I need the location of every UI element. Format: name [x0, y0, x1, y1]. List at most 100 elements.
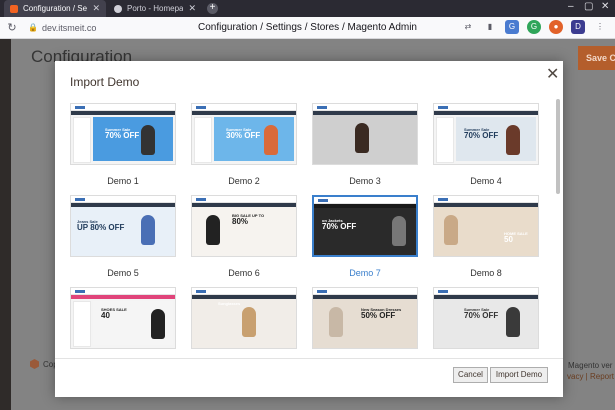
sale-headline: 70% OFF — [464, 131, 499, 140]
thumbnail-header — [434, 288, 538, 295]
thumbnail-sidebar — [436, 117, 454, 163]
banner-sale-text: Summer Sale 30% OFF — [226, 128, 260, 140]
demo-thumbnail[interactable]: Summer Sale 30% OFF — [191, 103, 297, 165]
model-photo — [141, 215, 155, 245]
minimize-icon[interactable]: – — [568, 1, 574, 12]
demo-thumbnail[interactable]: Summer Sale 70% OFF — [70, 103, 176, 165]
demo-card[interactable]: Summer Sale 70% OFF — [433, 287, 539, 350]
demo-label[interactable]: Demo 7 — [312, 268, 418, 278]
banner-sale-text: HOME SALE 50 — [504, 232, 528, 244]
demo-card[interactable]: on Jackets 70% OFF Demo 7 — [312, 195, 418, 278]
thumbnail-banner: Summer Sale 30% OFF — [214, 117, 294, 161]
browser-tab-configuration[interactable]: Configuration / Settings ✕ — [4, 0, 106, 17]
demo-card[interactable]: HOME SALE 50 Demo 8 — [433, 195, 539, 278]
thumbnail-menu — [434, 111, 538, 115]
demo-label[interactable]: Demo 8 — [433, 268, 539, 278]
demo-card[interactable]: SHOES SALE 40 — [70, 287, 176, 350]
demo-card[interactable]: Summer Sale 70% OFF Demo 1 — [70, 103, 176, 186]
new-tab-plus-icon[interactable]: + — [207, 3, 218, 14]
translate-icon[interactable]: G — [505, 20, 519, 34]
close-icon[interactable]: ✕ — [546, 64, 559, 84]
bookmark-icon[interactable]: ▮ — [483, 20, 497, 34]
demo-thumbnail[interactable]: SHOES SALE 40 — [70, 287, 176, 349]
thumbnail-header — [434, 104, 538, 111]
demo-label[interactable]: Demo 5 — [70, 268, 176, 278]
thumbnail-banner: SHOES SALE 40 — [93, 301, 173, 345]
thumbnail-banner: Summer Sale 70% OFF — [456, 117, 536, 161]
demo-label[interactable]: Demo 6 — [191, 268, 297, 278]
banner-sale-text: on Jackets 70% OFF — [322, 219, 356, 231]
banner-sale-text: SHOES SALE 40 — [101, 308, 127, 320]
import-demo-button[interactable]: Import Demo — [490, 367, 548, 383]
tab-close-icon[interactable]: ✕ — [92, 3, 100, 14]
demo-thumbnail[interactable]: New Season Dresses 50% OFF — [312, 287, 418, 349]
demo-label[interactable]: Demo 1 — [70, 176, 176, 186]
tab-close-icon[interactable]: ✕ — [188, 3, 196, 14]
reload-icon[interactable]: ↻ — [4, 21, 20, 34]
save-config-button[interactable]: Save Co — [578, 46, 615, 70]
thumbnail-header — [313, 104, 417, 111]
demo-label[interactable]: Demo 2 — [191, 176, 297, 186]
model-photo — [506, 307, 520, 337]
demo-thumbnail[interactable]: Jeans Sale UP 80% OFF — [70, 195, 176, 257]
import-demo-modal: Import Demo ✕ Summer Sale 70% OFF Demo 1 Su… — [55, 61, 563, 397]
sale-headline: 40 — [101, 311, 110, 320]
model-photo — [329, 307, 343, 337]
demo-card[interactable]: Summer Sale 30% OFF Demo 2 — [191, 103, 297, 186]
thumbnail-menu — [71, 295, 175, 299]
browser-tab-bar: Configuration / Settings ✕ Porto - Homep… — [0, 0, 615, 17]
demo-thumbnail[interactable]: Sunglasses — [191, 287, 297, 349]
model-photo — [355, 123, 369, 153]
demo-card[interactable]: BIG SALE UP TO 80% Demo 6 — [191, 195, 297, 278]
demo-thumbnail[interactable]: Summer Sale 70% OFF — [433, 103, 539, 165]
sale-headline: 70% OFF — [322, 222, 357, 231]
demo-card[interactable]: Jeans Sale UP 80% OFF Demo 5 — [70, 195, 176, 278]
window-close-icon[interactable]: ✕ — [601, 1, 609, 12]
modal-footer: Cancel Import Demo — [55, 358, 563, 397]
addon-d-icon[interactable]: D — [571, 20, 585, 34]
demo-thumbnail[interactable] — [312, 103, 418, 165]
demo-thumbnail[interactable]: HOME SALE 50 — [433, 195, 539, 257]
demo-thumbnail[interactable]: BIG SALE UP TO 80% — [191, 195, 297, 257]
browser-tab-porto[interactable]: Porto - Homepage 4 ✕ — [108, 0, 202, 17]
thumbnail-banner: Sunglasses — [192, 299, 296, 348]
addon-icon[interactable]: ● — [549, 20, 563, 34]
scrollbar-thumb[interactable] — [556, 99, 560, 194]
thumbnail-header — [71, 288, 175, 295]
thumbnail-menu — [192, 111, 296, 115]
thumbnail-header — [313, 288, 417, 295]
url-field[interactable]: 🔒 dev.itsmeit.co — [28, 23, 96, 33]
magento-favicon-icon — [10, 4, 18, 13]
demo-label[interactable]: Demo 4 — [433, 176, 539, 186]
admin-sidebar — [0, 39, 11, 410]
demo-thumbnail[interactable]: Summer Sale 70% OFF — [433, 287, 539, 349]
extension-icon[interactable]: ⇄ — [461, 20, 475, 34]
thumbnail-header — [192, 288, 296, 295]
demo-thumbnail[interactable]: on Jackets 70% OFF — [312, 195, 418, 257]
menu-icon[interactable]: ⋮ — [593, 20, 607, 34]
maximize-icon[interactable]: ▢ — [584, 1, 593, 12]
thumbnail-header — [192, 196, 296, 203]
thumbnail-banner: on Jackets 70% OFF — [314, 208, 416, 255]
demo-card[interactable]: Summer Sale 70% OFF Demo 4 — [433, 103, 539, 186]
demo-card[interactable]: Demo 3 — [312, 103, 418, 186]
demo-card[interactable]: New Season Dresses 50% OFF — [312, 287, 418, 350]
demo-label[interactable]: Demo 3 — [312, 176, 418, 186]
model-photo — [242, 307, 256, 337]
footer-version: Magento ver — [568, 361, 613, 370]
banner-sale-text: Summer Sale 70% OFF — [464, 128, 498, 140]
thumbnail-banner: Summer Sale 70% OFF — [434, 299, 538, 348]
grammarly-icon[interactable]: G — [527, 20, 541, 34]
sale-headline: UP 80% OFF — [77, 223, 125, 232]
thumbnail-header — [434, 196, 538, 203]
thumbnail-header — [71, 196, 175, 203]
thumbnail-sidebar — [73, 117, 91, 163]
thumbnail-banner: Summer Sale 70% OFF — [93, 117, 173, 161]
demo-scrollbar[interactable] — [555, 99, 561, 350]
banner-sale-text: Summer Sale 70% OFF — [105, 128, 139, 140]
lock-icon: 🔒 — [28, 23, 38, 32]
demo-card[interactable]: Sunglasses — [191, 287, 297, 350]
footer-links[interactable]: vacy | Report an — [567, 372, 615, 381]
cancel-button[interactable]: Cancel — [453, 367, 488, 383]
sale-headline: 70% OFF — [464, 311, 499, 320]
